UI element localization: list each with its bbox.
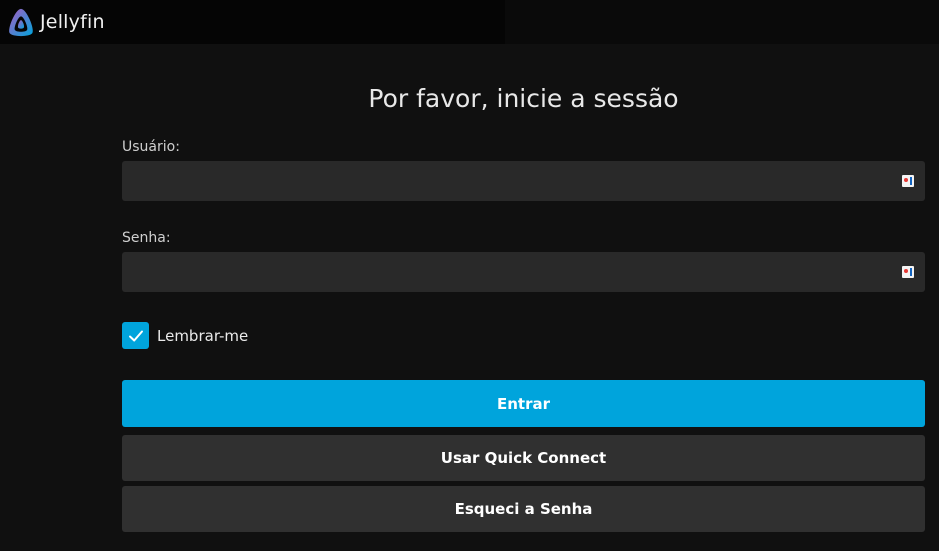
username-field-container [122,161,925,201]
password-manager-icon[interactable] [902,175,914,187]
quick-connect-button[interactable]: Usar Quick Connect [122,435,925,481]
password-label: Senha: [122,230,171,246]
password-input[interactable] [122,252,906,292]
jellyfin-logo-icon [9,8,33,37]
top-bar: Jellyfin [0,0,939,44]
username-input[interactable] [122,161,906,201]
remember-me-row[interactable]: Lembrar-me [122,322,248,349]
page-title: Por favor, inicie a sessão [368,84,679,113]
remember-me-label: Lembrar-me [157,326,249,345]
brand-name: Jellyfin [40,11,105,33]
forgot-password-button[interactable]: Esqueci a Senha [122,486,925,532]
username-label: Usuário: [122,139,180,155]
brand[interactable]: Jellyfin [6,6,105,38]
sign-in-button[interactable]: Entrar [122,380,925,427]
checkmark-icon [128,330,143,341]
password-field-container [122,252,925,292]
remember-me-checkbox[interactable] [122,322,149,349]
password-manager-icon[interactable] [902,266,914,278]
